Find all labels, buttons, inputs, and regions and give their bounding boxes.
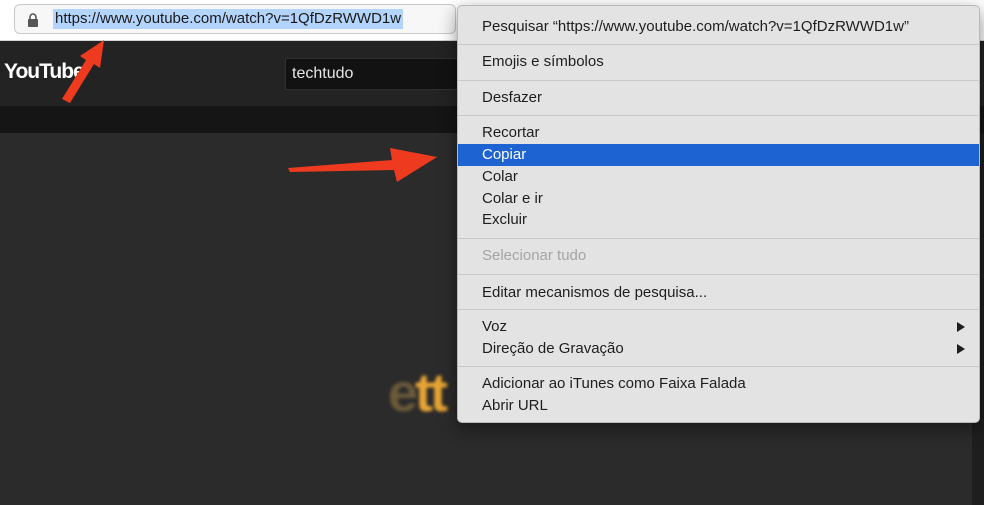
red-arrow-icon bbox=[62, 40, 104, 103]
annotation-layer bbox=[62, 40, 437, 182]
red-arrow-icon bbox=[288, 148, 437, 182]
